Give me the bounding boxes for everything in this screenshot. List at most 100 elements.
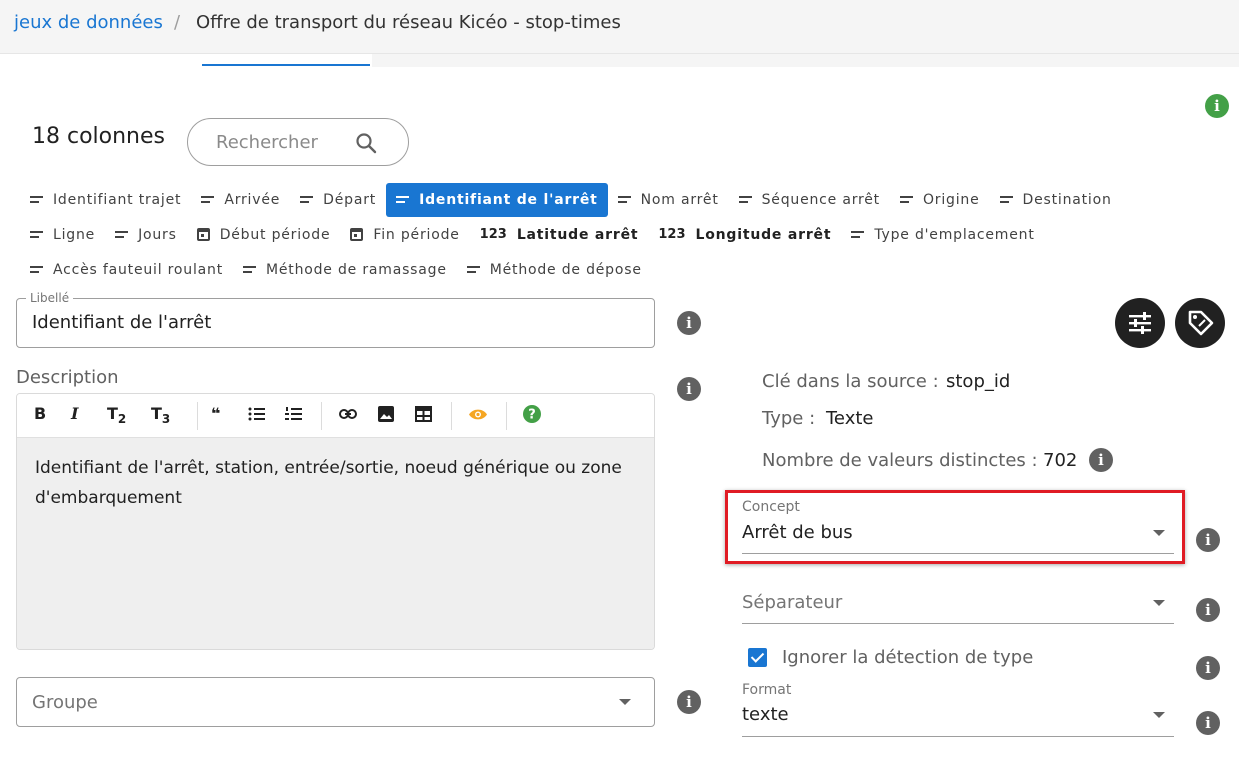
separateur-underline xyxy=(742,623,1174,624)
table-icon[interactable] xyxy=(415,406,432,422)
tags-button[interactable] xyxy=(1175,298,1225,348)
format-info-icon[interactable]: i xyxy=(1196,711,1220,735)
info-icon[interactable]: i xyxy=(1205,94,1229,118)
chip-ligne[interactable]: Ligne xyxy=(20,218,105,252)
distinct-info-icon[interactable]: i xyxy=(1089,448,1113,472)
libelle-value[interactable]: Identifiant de l'arrêt xyxy=(32,312,211,333)
column-chips: Identifiant trajet Arrivée Départ Identi… xyxy=(20,182,1220,287)
text-lines-icon xyxy=(30,230,43,239)
chevron-down-icon[interactable] xyxy=(1153,712,1165,718)
chevron-down-icon[interactable] xyxy=(619,699,631,705)
source-key-value: stop_id xyxy=(946,371,1011,392)
settings-button[interactable] xyxy=(1115,298,1165,348)
chip-nom-arret[interactable]: Nom arrêt xyxy=(608,183,729,217)
groupe-placeholder: Groupe xyxy=(32,692,98,713)
concept-info-icon[interactable]: i xyxy=(1196,528,1220,552)
numbered-list-icon[interactable] xyxy=(285,406,303,422)
quote-icon[interactable]: ❝ xyxy=(211,404,220,423)
calendar-icon xyxy=(196,228,210,241)
separateur-info-icon[interactable]: i xyxy=(1196,598,1220,622)
toolbar-divider xyxy=(451,402,452,430)
description-label: Description xyxy=(16,367,119,388)
toolbar-divider xyxy=(197,402,198,430)
text-lines-icon xyxy=(851,230,865,239)
ignore-detection-info-icon[interactable]: i xyxy=(1196,656,1220,680)
italic-button[interactable]: I xyxy=(71,404,78,423)
text-lines-icon xyxy=(899,195,913,204)
chevron-down-icon[interactable] xyxy=(1153,600,1165,606)
separateur-placeholder[interactable]: Séparateur xyxy=(742,592,842,613)
tag-icon xyxy=(1188,310,1214,336)
chip-destination[interactable]: Destination xyxy=(990,183,1122,217)
concept-value[interactable]: Arrêt de bus xyxy=(742,522,853,543)
number-icon: 123 xyxy=(479,227,507,242)
chip-latitude-arret[interactable]: 123 Latitude arrêt xyxy=(470,218,649,252)
text-lines-icon xyxy=(999,195,1013,204)
text-lines-icon xyxy=(738,195,752,204)
editor-toolbar: B I T2 T3 ❝ ? xyxy=(17,394,654,438)
ignore-detection-label[interactable]: Ignorer la détection de type xyxy=(782,647,1033,668)
heading2-button[interactable]: T2 xyxy=(107,404,126,426)
type-value: Texte xyxy=(826,408,874,429)
chip-origine[interactable]: Origine xyxy=(890,183,990,217)
chip-jours[interactable]: Jours xyxy=(105,218,187,252)
format-label: Format xyxy=(742,682,792,698)
chip-sequence-arret[interactable]: Séquence arrêt xyxy=(729,183,890,217)
description-info-icon[interactable]: i xyxy=(677,377,701,401)
search-input[interactable] xyxy=(216,129,346,155)
image-icon[interactable] xyxy=(378,406,394,422)
chip-type-emplacement[interactable]: Type d'emplacement xyxy=(841,218,1044,252)
chip-debut-periode[interactable]: Début période xyxy=(187,218,341,252)
source-key-label: Clé dans la source : xyxy=(762,371,939,392)
search-field[interactable] xyxy=(187,118,409,166)
number-icon: 123 xyxy=(658,227,686,242)
text-lines-icon xyxy=(300,195,314,204)
chip-methode-ramassage[interactable]: Méthode de ramassage xyxy=(233,253,457,287)
chip-depart[interactable]: Départ xyxy=(290,183,386,217)
preview-eye-icon[interactable] xyxy=(468,408,488,421)
toolbar-divider xyxy=(506,402,507,430)
text-lines-icon xyxy=(243,265,256,274)
editor-content-area[interactable]: Identifiant de l'arrêt, station, entrée/… xyxy=(17,438,654,649)
chip-acces-fauteuil[interactable]: Accès fauteuil roulant xyxy=(20,253,233,287)
text-lines-icon xyxy=(30,265,43,274)
heading3-button[interactable]: T3 xyxy=(151,404,170,426)
distinct-values-label: Nombre de valeurs distinctes : xyxy=(762,450,1038,471)
help-icon[interactable]: ? xyxy=(523,405,541,423)
chip-arrivee[interactable]: Arrivée xyxy=(191,183,290,217)
concept-underline xyxy=(742,553,1174,554)
type-label: Type : xyxy=(762,408,816,429)
active-tab-indicator[interactable] xyxy=(202,64,370,66)
ignore-detection-checkbox[interactable] xyxy=(748,648,767,667)
toolbar-divider xyxy=(321,402,322,430)
text-lines-icon xyxy=(617,195,631,204)
chip-identifiant-arret[interactable]: Identifiant de l'arrêt xyxy=(386,182,608,217)
description-editor[interactable]: B I T2 T3 ❝ ? Identifiant de l'arrêt, st… xyxy=(16,393,655,650)
columns-count: 18 colonnes xyxy=(32,124,165,149)
chip-methode-depose[interactable]: Méthode de dépose xyxy=(457,253,652,287)
bold-button[interactable]: B xyxy=(34,404,46,423)
search-icon[interactable] xyxy=(354,131,378,155)
chip-identifiant-trajet[interactable]: Identifiant trajet xyxy=(20,183,191,217)
text-lines-icon xyxy=(466,265,480,274)
chip-longitude-arret[interactable]: 123 Longitude arrêt xyxy=(648,218,841,252)
libelle-info-icon[interactable]: i xyxy=(677,311,701,335)
libelle-label: Libellé xyxy=(26,291,74,305)
text-lines-icon xyxy=(115,230,129,239)
text-lines-icon xyxy=(30,195,43,204)
chip-fin-periode[interactable]: Fin période xyxy=(340,218,469,252)
concept-label: Concept xyxy=(742,499,800,515)
breadcrumb-current: Offre de transport du réseau Kicéo - sto… xyxy=(196,12,621,33)
svg-text:?: ? xyxy=(528,408,536,423)
link-icon[interactable] xyxy=(339,408,357,420)
chevron-down-icon[interactable] xyxy=(1153,530,1165,536)
format-underline xyxy=(742,736,1174,737)
text-lines-icon xyxy=(201,195,215,204)
description-text[interactable]: Identifiant de l'arrêt, station, entrée/… xyxy=(35,453,625,513)
groupe-info-icon[interactable]: i xyxy=(677,690,701,714)
groupe-select[interactable] xyxy=(16,677,655,727)
bullet-list-icon[interactable] xyxy=(248,406,266,422)
format-value[interactable]: texte xyxy=(742,704,789,725)
breadcrumb-link-datasets[interactable]: jeux de données xyxy=(14,12,163,33)
distinct-values-count: 702 xyxy=(1043,450,1078,471)
